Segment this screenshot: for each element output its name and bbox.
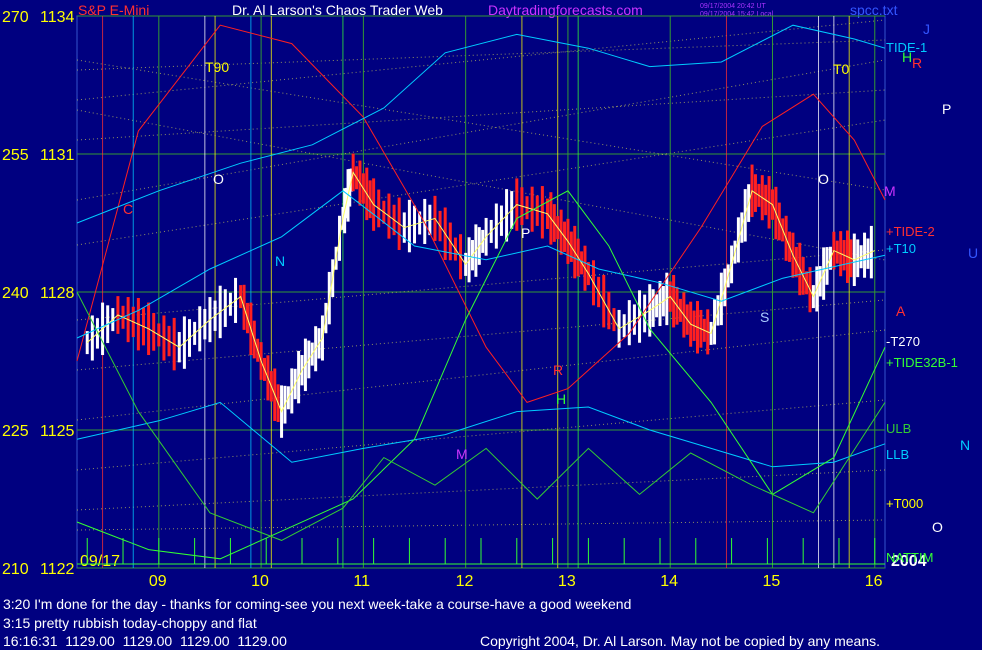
indicator-label: +TIDE-2 — [886, 224, 935, 239]
chart-annotation-letter: J — [923, 21, 930, 37]
y-tick-price-label: 1134 — [40, 9, 75, 26]
chart-annotation-letter: H — [556, 391, 566, 407]
y-tick-price-label: 1122 — [40, 561, 75, 578]
chart-annotation-letter: S — [760, 309, 769, 325]
indicator-label: LLB — [886, 447, 909, 462]
indicator-label: +T000 — [886, 496, 923, 511]
chart-annotation-letter: O — [818, 171, 829, 187]
chart-canvas: S&P E-Mini Dr. Al Larson's Chaos Trader … — [2, 2, 978, 590]
indicator-label: +T10 — [886, 241, 916, 256]
x-tick-label: 11 — [353, 573, 370, 590]
x-tick-label: 14 — [660, 573, 678, 590]
y-tick-price-label: 1131 — [40, 147, 75, 164]
chart-annotation-letter: N — [960, 437, 970, 453]
chart-annotation-letter: O — [213, 171, 224, 187]
chart-annotation-letter: R — [912, 55, 922, 71]
chart-annotation-letter: T0 — [833, 61, 850, 77]
y-tick-angle-label: 270 — [2, 9, 29, 26]
timestamp-ut: 09/17/2004 20:42 UT — [700, 3, 766, 10]
chart-annotation-letter: O — [932, 519, 943, 535]
chart-annotation-letter: T90 — [205, 59, 229, 75]
x-tick-label: 16 — [865, 573, 883, 590]
dotted-time-price-line — [76, 39, 886, 71]
tide32b-line — [76, 291, 886, 541]
chart-annotation-letter: U — [968, 245, 978, 261]
y-tick-angle-label: 255 — [2, 147, 29, 164]
chart-annotation-letter: P — [521, 225, 530, 241]
dotted-time-price-line — [76, 19, 886, 101]
dotted-time-price-line — [76, 119, 886, 246]
dotted-time-price-line — [76, 519, 886, 531]
dotted-time-price-line — [76, 59, 886, 201]
date-label: 09/17 — [80, 553, 120, 570]
chart-annotation-letter: N — [275, 253, 285, 269]
indicator-label: NATTIM — [886, 550, 933, 565]
copyright-notice: Copyright 2004, Dr. Al Larson. May not b… — [480, 633, 881, 649]
chart-annotation-letter: H — [902, 49, 912, 65]
x-tick-label: 12 — [456, 573, 474, 590]
y-tick-angle-label: 210 — [2, 561, 29, 578]
chart-annotation-letter: M — [456, 446, 468, 462]
dotted-time-price-line — [76, 329, 886, 421]
indicator-label: -T270 — [886, 334, 920, 349]
chart-annotation-letter: A — [896, 303, 906, 319]
chat-message-1: 3:20 I'm done for the day - thanks for c… — [3, 596, 632, 612]
y-tick-angle-label: 240 — [2, 285, 29, 302]
tide2-line — [76, 190, 886, 560]
indicator-label: +TIDE32B-1 — [886, 355, 958, 370]
dotted-time-price-line — [76, 399, 886, 471]
dotted-time-price-line — [76, 89, 886, 141]
y-tick-price-label: 1125 — [40, 423, 75, 440]
chart-annotation-letter: M — [884, 183, 896, 199]
chart-annotation-letter: R — [553, 362, 563, 378]
quote-line: 16:16:31 1129.00 1129.00 1129.00 1129.00 — [3, 633, 287, 649]
x-tick-label: 15 — [762, 573, 780, 590]
x-tick-label: 10 — [251, 573, 269, 590]
tide1-line — [76, 24, 886, 403]
x-tick-label: 13 — [558, 573, 576, 590]
chat-message-2: 3:15 pretty rubbish today-choppy and fla… — [3, 615, 257, 631]
timestamp-local: 09/17/2004 15:42 Local — [700, 11, 774, 18]
y-tick-price-label: 1128 — [40, 285, 75, 302]
dotted-time-price-line — [76, 109, 886, 261]
chart-annotation-letter: C — [123, 201, 133, 217]
chart-annotation-letter: P — [942, 101, 951, 117]
y-tick-angle-label: 225 — [2, 423, 29, 440]
indicator-label: ULB — [886, 421, 911, 436]
x-tick-label: 09 — [149, 573, 167, 590]
llb-line — [76, 401, 886, 468]
